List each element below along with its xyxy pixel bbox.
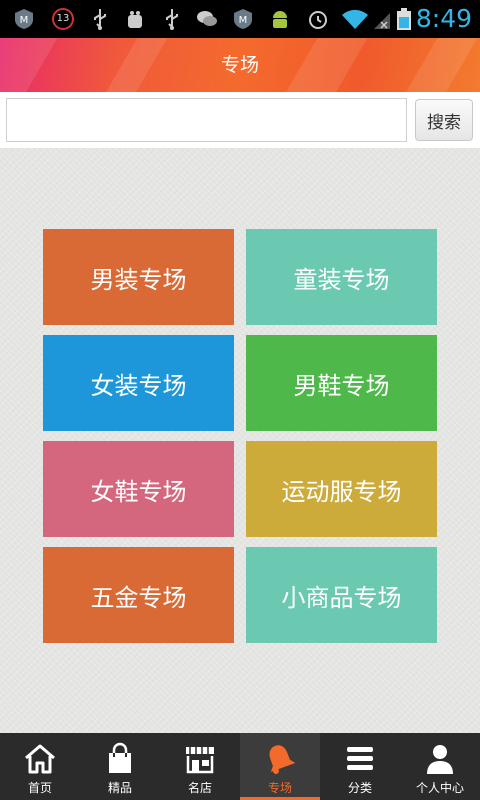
nav-item-profile[interactable]: 个人中心 [400, 733, 480, 800]
home-icon [25, 744, 55, 774]
storefront-icon [186, 747, 214, 774]
wifi-icon [342, 9, 368, 29]
svg-text:M: M [239, 15, 248, 26]
nav-label: 名店 [187, 781, 212, 795]
header-bar: 专场 [0, 38, 480, 92]
page-title: 专场 [220, 54, 259, 76]
nav-item-boutique[interactable]: 精品 [80, 733, 160, 800]
bottom-nav: 首页 精品 名店 专场 分类 个人中心 [0, 733, 480, 800]
search-input[interactable] [6, 98, 407, 142]
clock: 8:49 [415, 4, 472, 33]
shopping-bag-icon [109, 742, 131, 773]
category-tile[interactable]: 男鞋专场 [246, 335, 437, 431]
usb-icon [166, 9, 178, 30]
nav-label: 个人中心 [415, 781, 464, 795]
category-tile[interactable]: 运动服专场 [246, 441, 437, 537]
svg-text:M: M [20, 15, 29, 26]
nav-label: 分类 [347, 781, 372, 795]
category-tile[interactable]: 女装专场 [43, 335, 234, 431]
category-tile[interactable]: 女鞋专场 [43, 441, 234, 537]
category-tile[interactable]: 五金专场 [43, 547, 234, 643]
nav-item-famous-stores[interactable]: 名店 [160, 733, 240, 800]
alarm-icon [309, 11, 327, 29]
m-app-icon: M [234, 9, 252, 29]
category-tile[interactable]: 童装专场 [246, 229, 437, 325]
status-bar: M 13 M 8:49 [0, 0, 480, 38]
bell-icon [269, 745, 296, 774]
category-grid: 男装专场 童装专场 女装专场 男鞋专场 女鞋专场 运动服专场 五金专场 小商品专… [43, 229, 437, 643]
user-icon [427, 745, 453, 774]
main-content: 男装专场 童装专场 女装专场 男鞋专场 女鞋专场 运动服专场 五金专场 小商品专… [0, 148, 480, 733]
wechat-icon [197, 11, 217, 26]
search-bar: 搜索 [0, 92, 480, 148]
nav-label: 专场 [267, 781, 292, 795]
nav-item-categories[interactable]: 分类 [320, 733, 400, 800]
m-app-icon: M [15, 9, 33, 29]
search-button[interactable]: 搜索 [415, 99, 473, 141]
usb-icon [94, 9, 106, 30]
android-debug-icon [128, 11, 142, 28]
nav-item-specials[interactable]: 专场 [240, 733, 320, 800]
category-tile[interactable]: 男装专场 [43, 229, 234, 325]
no-signal-icon [374, 13, 390, 29]
android-icon [273, 11, 287, 28]
nav-label: 精品 [107, 781, 132, 795]
nav-item-home[interactable]: 首页 [0, 733, 80, 800]
battery-icon [397, 8, 411, 30]
nav-label: 首页 [27, 781, 52, 795]
menu-icon [347, 747, 373, 770]
category-tile[interactable]: 小商品专场 [246, 547, 437, 643]
notification-counter-badge: 13 [52, 8, 74, 30]
